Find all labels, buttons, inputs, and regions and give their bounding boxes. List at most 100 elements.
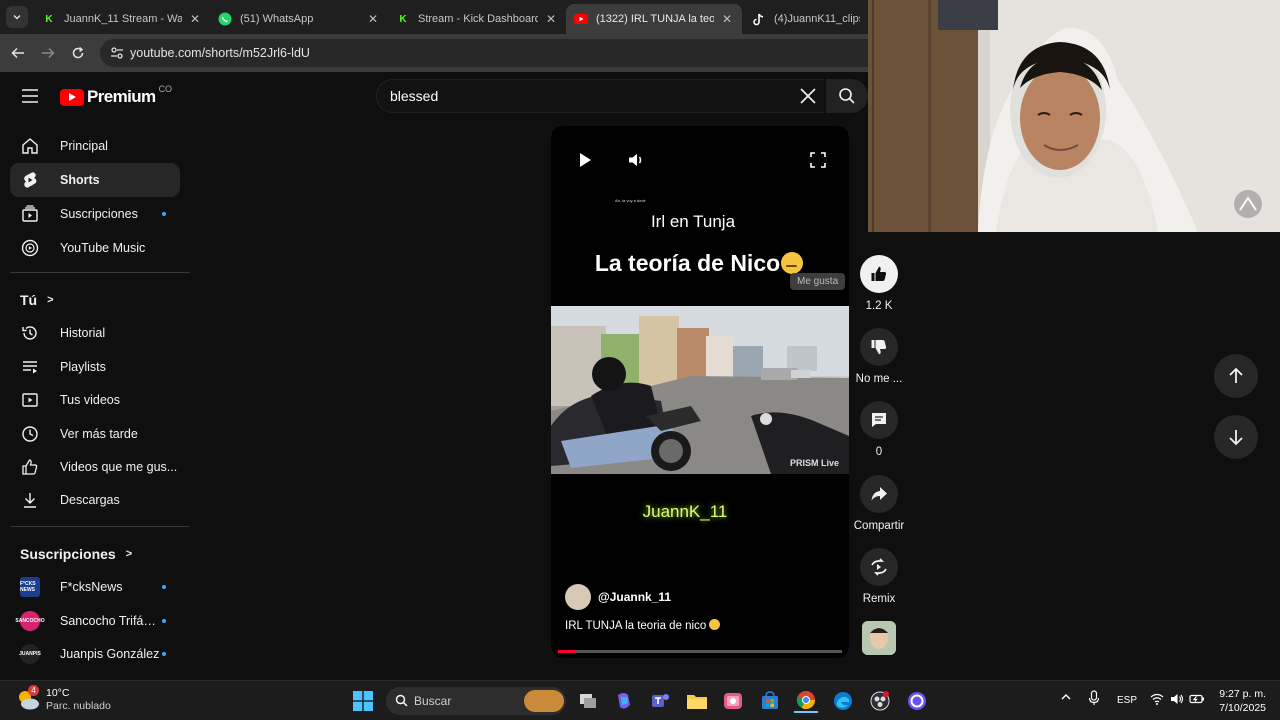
- sidebar-item-label: F*cksNews: [60, 580, 123, 594]
- previous-short-button[interactable]: [1214, 354, 1258, 398]
- section-title: Suscripciones: [20, 546, 116, 562]
- browser-tab[interactable]: K JuannK_11 Stream - Watch ✕: [34, 4, 210, 34]
- search-input[interactable]: blessed: [376, 79, 824, 113]
- photos-app-icon[interactable]: [721, 689, 745, 713]
- arrow-right-icon: [42, 47, 55, 59]
- divider: [10, 526, 190, 527]
- sound-thumbnail[interactable]: [862, 621, 896, 655]
- windows-taskbar: 4 10°C Parc. nublado Buscar ESP 9:27 p. …: [0, 680, 1280, 720]
- sidebar-item-playlists[interactable]: Playlists: [10, 350, 180, 384]
- speaker-icon[interactable]: [1170, 693, 1184, 705]
- brand-name: Premium: [87, 87, 156, 106]
- tab-title: JuannK_11 Stream - Watch: [64, 13, 182, 25]
- avatar[interactable]: [565, 584, 591, 610]
- browser-tab-active[interactable]: (1322) IRL TUNJA la teoría ✕: [566, 4, 742, 34]
- teams-icon[interactable]: [648, 689, 672, 713]
- video-overlay-caption: Ah, la voy a decir: [615, 198, 646, 203]
- search-placeholder: Buscar: [414, 694, 452, 708]
- task-view-icon[interactable]: [576, 689, 600, 713]
- streaming-app-icon[interactable]: [905, 689, 929, 713]
- wifi-icon[interactable]: [1150, 693, 1164, 705]
- reload-icon: [72, 46, 84, 59]
- thumbs-down-icon: [871, 340, 887, 355]
- share-button[interactable]: Compartir: [852, 475, 906, 532]
- channel-handle[interactable]: @Juannk_11: [598, 590, 671, 604]
- shorts-player[interactable]: Ah, la voy a decir Irl en Tunja La teorí…: [551, 126, 849, 658]
- video-progress-bar[interactable]: [558, 650, 842, 653]
- file-explorer-icon[interactable]: [685, 689, 709, 713]
- copilot-icon[interactable]: [612, 689, 636, 713]
- history-icon: [20, 323, 40, 343]
- microphone-icon[interactable]: [1088, 690, 1100, 706]
- youtube-premium-logo[interactable]: Premium CO: [60, 84, 172, 107]
- sidebar-item-tus-videos[interactable]: Tus videos: [10, 383, 180, 417]
- dislike-button[interactable]: No me ...: [852, 328, 906, 385]
- windows-icon: [353, 691, 373, 711]
- next-short-button[interactable]: [1214, 415, 1258, 459]
- comments-circle[interactable]: [860, 401, 898, 439]
- chrome-icon[interactable]: [794, 689, 818, 713]
- sidebar-subscription-channel[interactable]: JUANPIS Juanpis González: [10, 637, 180, 671]
- sidebar-item-historial[interactable]: Historial: [10, 316, 180, 350]
- sidebar-item-label: Ver más tarde: [60, 427, 138, 441]
- sidebar-item-label: Suscripciones: [60, 207, 138, 221]
- microsoft-store-icon[interactable]: [758, 689, 782, 713]
- close-tab-icon[interactable]: ✕: [188, 12, 202, 26]
- sidebar-item-shorts[interactable]: Shorts: [10, 163, 180, 197]
- thinking-emoji-icon: [781, 252, 804, 274]
- sidebar-item-videos-que-me-gustan[interactable]: Videos que me gus...: [10, 450, 180, 484]
- channel-info[interactable]: @Juannk_11: [565, 584, 671, 610]
- remix-button[interactable]: Remix: [852, 548, 906, 605]
- reload-button[interactable]: [67, 42, 89, 64]
- dislike-circle[interactable]: [860, 328, 898, 366]
- volume-icon[interactable]: [626, 150, 646, 170]
- remix-circle[interactable]: [860, 548, 898, 586]
- menu-icon[interactable]: [20, 87, 40, 105]
- sidebar-item-label: Principal: [60, 139, 108, 153]
- sidebar-item-ver-mas-tarde[interactable]: Ver más tarde: [10, 417, 180, 451]
- input-language[interactable]: ESP: [1117, 695, 1137, 706]
- you-section-heading[interactable]: Tú >: [20, 292, 54, 308]
- sidebar-subscription-channel[interactable]: SANCOCHO Sancocho Trifási...: [10, 604, 180, 638]
- sidebar-item-suscripciones[interactable]: Suscripciones: [10, 197, 180, 231]
- forward-button[interactable]: [37, 42, 59, 64]
- weather-widget[interactable]: 4 10°C Parc. nublado: [16, 685, 111, 713]
- sidebar-item-label: Juanpis González: [60, 647, 160, 661]
- url-bar[interactable]: youtube.com/shorts/m52Jrl6-ldU: [100, 39, 880, 67]
- close-tab-icon[interactable]: ✕: [544, 12, 558, 26]
- edge-icon[interactable]: [831, 689, 855, 713]
- obs-icon[interactable]: [868, 689, 892, 713]
- system-clock[interactable]: 9:27 p. m. 7/10/2025: [1212, 687, 1266, 715]
- like-button[interactable]: 1.2 K: [852, 255, 906, 312]
- sidebar-item-descargas[interactable]: Descargas: [10, 483, 180, 517]
- show-hidden-icons[interactable]: [1060, 691, 1072, 703]
- start-button[interactable]: [351, 689, 375, 713]
- tab-search-button[interactable]: [6, 6, 28, 28]
- search-icon: [395, 694, 408, 707]
- subscriptions-section-heading[interactable]: Suscripciones >: [20, 546, 132, 562]
- close-tab-icon[interactable]: ✕: [366, 12, 380, 26]
- browser-tab[interactable]: K Stream - Kick Dashboard ✕: [388, 4, 566, 34]
- sidebar-item-principal[interactable]: Principal: [10, 129, 180, 163]
- taskbar-search[interactable]: Buscar: [386, 687, 566, 715]
- close-tab-icon[interactable]: ✕: [720, 12, 734, 26]
- sidebar-subscription-channel[interactable]: F*CKS NEWS F*cksNews: [10, 570, 180, 604]
- fullscreen-icon[interactable]: [808, 150, 828, 170]
- share-circle[interactable]: [860, 475, 898, 513]
- sidebar-item-youtube-music[interactable]: YouTube Music: [10, 231, 180, 265]
- comments-button[interactable]: 0: [852, 401, 906, 458]
- site-info-icon[interactable]: [109, 45, 125, 61]
- browser-tab[interactable]: (51) WhatsApp ✕: [210, 4, 388, 34]
- browser-tab[interactable]: (4)JuannK11_clips1 (@: [744, 4, 868, 34]
- battery-icon[interactable]: [1189, 693, 1205, 705]
- tiktok-icon: [752, 12, 766, 26]
- play-icon[interactable]: [575, 150, 595, 170]
- sidebar-item-label: Tus videos: [60, 393, 120, 407]
- like-circle[interactable]: [860, 255, 898, 293]
- home-icon: [20, 136, 40, 156]
- clear-search-icon[interactable]: [798, 86, 818, 106]
- back-button[interactable]: [7, 42, 29, 64]
- channel-avatar: JUANPIS: [19, 644, 41, 664]
- search-button[interactable]: [826, 79, 868, 113]
- new-content-dot: [162, 585, 166, 589]
